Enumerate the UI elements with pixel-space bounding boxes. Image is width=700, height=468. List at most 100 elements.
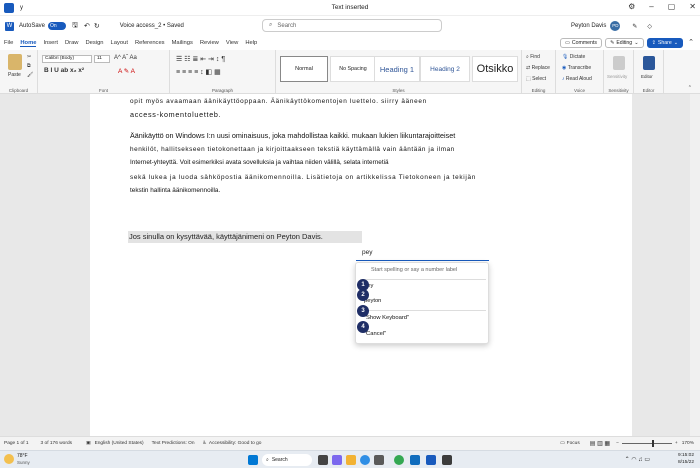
outlook-icon[interactable] — [410, 455, 420, 465]
tab-view[interactable]: View — [226, 40, 238, 46]
zoom-slider-thumb[interactable] — [651, 440, 654, 447]
focus-button[interactable]: Focus — [567, 441, 580, 446]
share-label: Share — [657, 40, 672, 46]
voice-spelling-input[interactable]: pey — [356, 245, 489, 261]
comment-icon: ▭ — [564, 40, 570, 46]
zoom-slider[interactable] — [621, 440, 672, 447]
editor-icon[interactable] — [643, 56, 655, 70]
font-size-field[interactable]: 11 — [94, 55, 110, 63]
chevron-up-icon[interactable]: ⌃ — [688, 38, 694, 48]
clock-time[interactable]: 9:15:02 — [678, 453, 694, 458]
weather-temp[interactable]: 78°F — [17, 453, 28, 459]
transcribe-button[interactable]: ◉ Transcribe — [562, 65, 591, 71]
style-otsikko[interactable]: Otsikko — [472, 56, 518, 82]
editor-button-label[interactable]: Editor — [641, 74, 653, 79]
select-button[interactable]: ⬚ Select — [526, 76, 546, 82]
ribbon-tabs: File Home Insert Draw Design Layout Refe… — [0, 36, 700, 50]
proofing-icon[interactable]: ▣ — [86, 441, 91, 446]
editing-mode-button[interactable]: ✎ Editing ⌄ — [604, 38, 644, 48]
minimize-icon[interactable]: – — [649, 2, 653, 11]
start-icon[interactable] — [248, 455, 258, 465]
tab-home[interactable]: Home — [20, 40, 37, 47]
collapse-ribbon-icon[interactable]: ⌃ — [688, 85, 692, 91]
tab-design[interactable]: Design — [85, 40, 103, 46]
number-badge: 2 — [357, 289, 369, 301]
zoom-out-icon[interactable]: − — [616, 441, 619, 446]
file-explorer-icon[interactable] — [346, 455, 356, 465]
maximize-icon[interactable]: ▢ — [668, 2, 676, 11]
suggestion-item-3[interactable]: 3 "Show Keyboard" — [357, 305, 409, 321]
copy-icon[interactable]: ⧉ — [27, 63, 31, 69]
suggestion-item-4[interactable]: 4 "Cancel" — [357, 321, 386, 337]
style-no-spacing[interactable]: No Spacing — [330, 56, 376, 82]
text-predictions[interactable]: Text Predictions: On — [152, 441, 195, 446]
voice-access-icon[interactable] — [442, 455, 452, 465]
tab-mailings[interactable]: Mailings — [172, 40, 193, 46]
chrome-icon[interactable] — [394, 455, 404, 465]
view-icons[interactable]: ▤ ▥ ▦ — [590, 440, 610, 447]
document-name[interactable]: Voice access_2 • Saved — [120, 23, 184, 29]
format-painter-icon[interactable]: 🖌 — [27, 72, 33, 78]
share-button[interactable]: ⇪ Share ⌄ — [646, 38, 684, 48]
word-taskbar-icon[interactable] — [426, 455, 436, 465]
accessibility-status[interactable]: Accessibility: Good to go — [209, 441, 262, 446]
edge-icon[interactable] — [360, 455, 370, 465]
weather-icon[interactable] — [4, 454, 14, 464]
zoom-level[interactable]: 170% — [682, 441, 694, 446]
font-name-field[interactable]: Calibri (Body) — [42, 55, 92, 63]
autosave-toggle[interactable]: On — [48, 22, 67, 30]
cut-icon[interactable]: ✂ — [27, 54, 31, 60]
word-count[interactable]: 3 of 176 words — [41, 441, 72, 446]
store-icon[interactable] — [374, 455, 384, 465]
sensitivity-icon[interactable] — [613, 56, 625, 70]
diamond-icon[interactable]: ◇ — [647, 23, 652, 30]
weather-desc[interactable]: Sunny — [17, 460, 30, 465]
tab-review[interactable]: Review — [200, 40, 219, 46]
font-color-icon[interactable]: A ✎ A — [118, 67, 135, 75]
dictate-button[interactable]: 🎙 Dictate — [562, 54, 585, 60]
paste-label[interactable]: Paste — [8, 72, 21, 78]
suggestion-item-2[interactable]: 2 peyton — [357, 289, 381, 304]
align-icons[interactable]: ≡ ≡ ≡ ≡ ↕ ◧ ▦ — [176, 68, 221, 76]
page-count[interactable]: Page 1 of 1 — [4, 441, 29, 446]
style-heading-2[interactable]: Heading 2 — [420, 56, 470, 82]
settings-icon[interactable]: ⚙ — [628, 2, 635, 11]
sensitivity-label[interactable]: Sensitivity — [607, 74, 627, 79]
styles-group: Normal No Spacing Heading 1 Heading 2 Ot… — [276, 50, 522, 94]
find-button[interactable]: ⌕ Find — [526, 54, 540, 60]
taskbar-search[interactable]: ⌕ Search — [262, 454, 312, 466]
undo-icon[interactable]: ↶ — [84, 22, 90, 30]
format-buttons-row[interactable]: B I U ab x₂ x² — [44, 67, 84, 74]
clock-date[interactable]: 8/15/22 — [678, 460, 694, 465]
tab-insert[interactable]: Insert — [43, 40, 58, 46]
tab-help[interactable]: Help — [245, 40, 257, 46]
system-tray-icons[interactable]: ⌃ ◠ ♫ ▭ — [625, 456, 650, 463]
word-logo-icon: W — [5, 21, 14, 31]
tab-file[interactable]: File — [4, 40, 13, 46]
search-icon: ⌕ — [266, 457, 269, 463]
tab-draw[interactable]: Draw — [65, 40, 79, 46]
user-account[interactable]: Peyton Davis PD ✎ ◇ — [571, 21, 652, 31]
task-view-icon[interactable] — [318, 455, 328, 465]
save-icon[interactable]: 🖫 — [72, 21, 78, 32]
list-icons[interactable]: ☰ ☷ ≣ ⇤ ⇥ ↕ ¶ — [176, 55, 225, 63]
pen-icon[interactable]: ✎ — [632, 23, 637, 30]
comments-button[interactable]: ▭ Comments — [559, 38, 602, 48]
style-heading-1[interactable]: Heading 1 — [374, 56, 420, 82]
suggestion-item-1[interactable]: 1pey — [357, 279, 373, 291]
tab-layout[interactable]: Layout — [111, 40, 128, 46]
close-icon[interactable]: ✕ — [689, 2, 696, 11]
language[interactable]: English (United States) — [95, 441, 144, 446]
style-normal[interactable]: Normal — [280, 56, 328, 82]
tab-references[interactable]: References — [135, 40, 165, 46]
selected-sentence[interactable]: Jos sinulla on kysyttävää, käyttäjänimen… — [128, 231, 362, 243]
zoom-in-icon[interactable]: + — [675, 441, 678, 446]
read-aloud-button[interactable]: ♪ Read Aloud — [562, 76, 592, 82]
chat-icon[interactable] — [332, 455, 342, 465]
paste-icon[interactable] — [8, 54, 22, 70]
vertical-scrollbar[interactable] — [690, 94, 700, 436]
redo-icon[interactable]: ↻ — [94, 22, 100, 30]
search-box[interactable]: ⌕ Search — [262, 19, 442, 32]
replace-button[interactable]: ⇄ Replace — [526, 65, 550, 71]
grow-font-icon[interactable]: A^ Aˇ Aa — [114, 55, 137, 61]
